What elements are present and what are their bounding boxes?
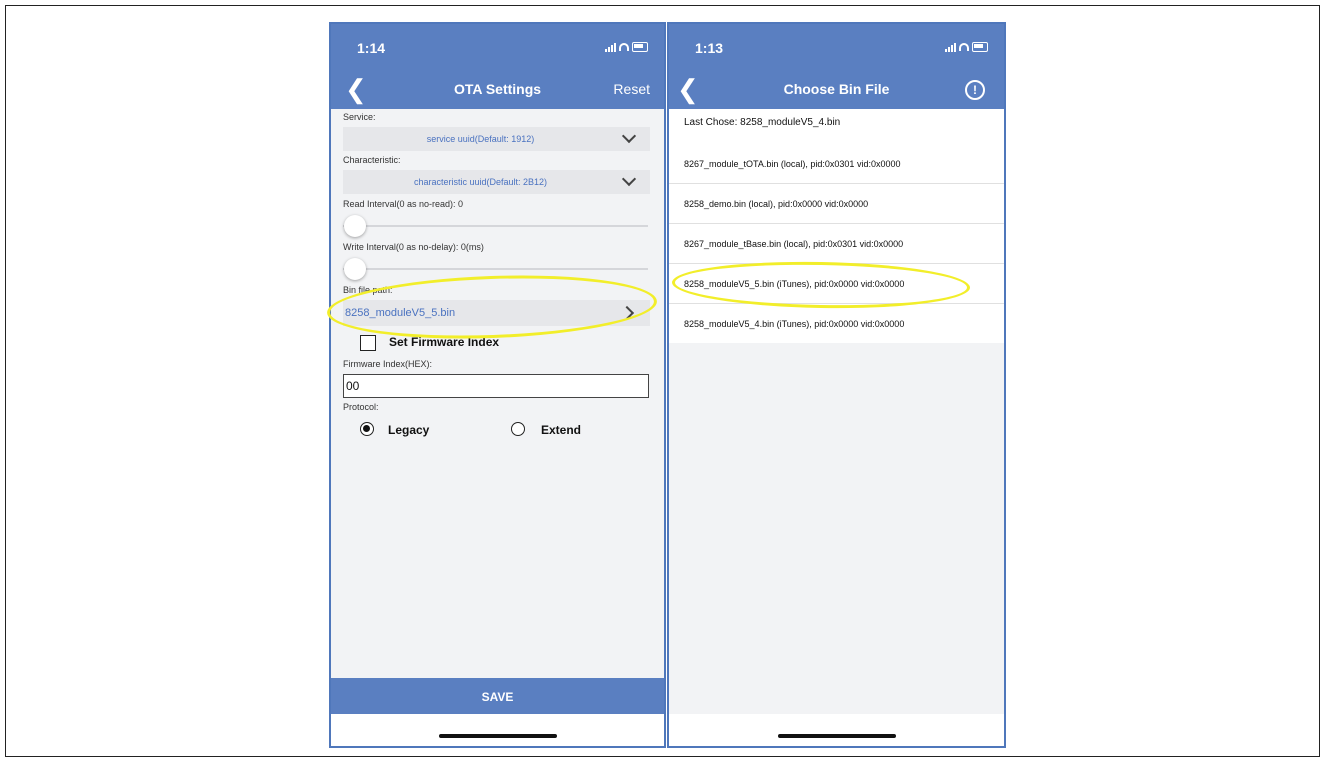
bin-file-item[interactable]: 8267_module_tOTA.bin (local), pid:0x0301…	[669, 144, 1004, 184]
slider-thumb[interactable]	[344, 215, 366, 237]
nav-bar: 1:13 ❮ Choose Bin File !	[669, 24, 1004, 109]
battery-icon	[972, 42, 988, 52]
nav-bar: 1:14 ❮ OTA Settings Reset	[331, 24, 664, 109]
home-bar-area	[669, 714, 1004, 746]
slider-track	[343, 268, 648, 270]
protocol-label: Protocol:	[343, 402, 379, 412]
last-chose-row: Last Chose: 8258_moduleV5_4.bin	[669, 109, 1004, 144]
read-interval-label: Read Interval(0 as no-read): 0	[343, 199, 464, 209]
slider-thumb[interactable]	[344, 258, 366, 280]
battery-icon	[632, 42, 648, 52]
legacy-radio-label[interactable]: Legacy	[388, 423, 429, 437]
info-alert-icon[interactable]: !	[965, 80, 985, 100]
read-interval-slider[interactable]	[343, 215, 648, 237]
home-indicator	[438, 734, 557, 738]
choose-bin-file-screen: 1:13 ❮ Choose Bin File ! Last Chose: 825…	[667, 22, 1006, 748]
wifi-icon	[959, 43, 969, 51]
chevron-down-icon	[621, 128, 637, 144]
bin-file-name: 8267_module_tBase.bin (local), pid:0x030…	[684, 239, 904, 249]
bin-path-value: 8258_moduleV5_5.bin	[345, 307, 456, 319]
bin-path-selector[interactable]: 8258_moduleV5_5.bin	[343, 300, 650, 326]
status-icons	[945, 42, 988, 52]
service-label: Service:	[343, 112, 376, 122]
write-interval-slider[interactable]	[343, 258, 648, 280]
status-icons	[605, 42, 648, 52]
firmware-index-label: Firmware Index(HEX):	[343, 359, 433, 369]
home-indicator	[777, 734, 896, 738]
bin-file-item[interactable]: 8258_moduleV5_5.bin (iTunes), pid:0x0000…	[669, 264, 1004, 304]
bin-path-label: Bin file path:	[343, 285, 393, 295]
reset-button[interactable]: Reset	[613, 81, 650, 97]
ota-settings-screen: 1:14 ❮ OTA Settings Reset Service: servi…	[329, 22, 666, 748]
bin-file-item[interactable]: 8258_moduleV5_4.bin (iTunes), pid:0x0000…	[669, 304, 1004, 343]
extend-radio-label[interactable]: Extend	[541, 423, 581, 437]
set-firmware-index-label: Set Firmware Index	[389, 335, 500, 349]
bin-file-item[interactable]: 8258_demo.bin (local), pid:0x0000 vid:0x…	[669, 184, 1004, 224]
legacy-radio[interactable]	[360, 422, 374, 436]
save-button[interactable]: SAVE	[331, 678, 664, 716]
signal-icon	[605, 42, 616, 52]
bin-file-name: 8258_moduleV5_5.bin (iTunes), pid:0x0000…	[684, 279, 905, 289]
status-time: 1:13	[695, 40, 724, 56]
wifi-icon	[619, 43, 629, 51]
chevron-down-icon	[621, 171, 637, 187]
extend-radio[interactable]	[511, 422, 525, 436]
characteristic-label: Characteristic:	[343, 155, 401, 165]
page-title: Choose Bin File	[783, 81, 890, 97]
chevron-right-icon	[619, 305, 635, 321]
set-firmware-index-checkbox[interactable]	[360, 335, 376, 351]
signal-icon	[945, 42, 956, 52]
bin-file-name: 8267_module_tOTA.bin (local), pid:0x0301…	[684, 159, 901, 169]
characteristic-dropdown[interactable]: characteristic uuid(Default: 2B12)	[343, 170, 650, 194]
characteristic-value: characteristic uuid(Default: 2B12)	[413, 177, 548, 187]
bin-file-list: 8267_module_tOTA.bin (local), pid:0x0301…	[669, 144, 1004, 343]
firmware-index-field[interactable]	[343, 374, 649, 398]
bin-file-item[interactable]: 8267_module_tBase.bin (local), pid:0x030…	[669, 224, 1004, 264]
status-time: 1:14	[357, 40, 386, 56]
slider-track	[343, 225, 648, 227]
last-chose-text: Last Chose: 8258_moduleV5_4.bin	[684, 117, 841, 128]
write-interval-label: Write Interval(0 as no-delay): 0(ms)	[343, 242, 484, 252]
service-value: service uuid(Default: 1912)	[426, 134, 535, 144]
bin-file-name: 8258_moduleV5_4.bin (iTunes), pid:0x0000…	[684, 319, 905, 329]
firmware-index-input[interactable]	[344, 375, 648, 397]
service-dropdown[interactable]: service uuid(Default: 1912)	[343, 127, 650, 151]
home-bar-area	[331, 714, 664, 746]
bin-file-name: 8258_demo.bin (local), pid:0x0000 vid:0x…	[684, 199, 869, 209]
